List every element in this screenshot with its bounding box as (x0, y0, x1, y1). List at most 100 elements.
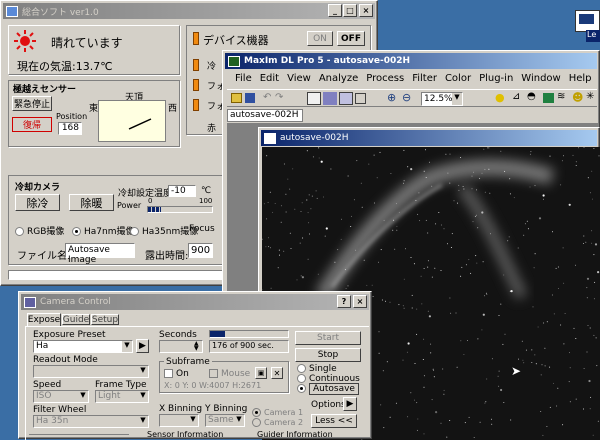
menu-window[interactable]: Window (521, 73, 560, 84)
menu-help[interactable]: Help (569, 73, 592, 84)
single-radio[interactable] (297, 364, 306, 373)
menu-color[interactable]: Color (445, 73, 471, 84)
undo-icon[interactable]: ↶ (263, 92, 271, 103)
star (344, 269, 346, 271)
subframe-mouse[interactable]: Mouse (209, 369, 250, 379)
camera-2-option[interactable]: Camera 2 (252, 418, 303, 427)
star (433, 376, 435, 378)
save-icon[interactable] (245, 93, 255, 103)
start-button[interactable]: Start (295, 331, 361, 345)
star (427, 232, 429, 234)
subframe-mouse-checkbox[interactable] (209, 369, 218, 378)
tab-setup[interactable]: Setup (91, 314, 119, 325)
emergency-stop-button[interactable]: 緊急停止 (12, 96, 52, 111)
tab-guide[interactable]: Guide (62, 314, 90, 325)
subframe-clear-button[interactable]: ✕ (271, 367, 283, 379)
frame-type-select[interactable]: Light ▼ (95, 390, 149, 403)
zoom-select[interactable]: 12.5% ▼ (421, 92, 463, 106)
document-tab[interactable]: autosave-002H (227, 109, 303, 122)
mode-autosave[interactable]: Autosave (297, 383, 359, 395)
exposure-time-input[interactable]: 900 (188, 243, 213, 258)
camera-control-titlebar[interactable]: Camera Control ? × (21, 294, 369, 310)
menu-plugin[interactable]: Plug-in (479, 73, 513, 84)
star (560, 184, 562, 186)
open-icon[interactable] (231, 93, 242, 103)
wave-icon[interactable]: ≋ (557, 91, 565, 102)
mode-ha35[interactable]: Ha35nm撮像 (130, 224, 198, 237)
star (428, 315, 431, 318)
half-moon-icon[interactable]: ◓ (527, 91, 536, 102)
warm-button[interactable]: 除暖 (69, 194, 114, 211)
tab-expose[interactable]: Expose (27, 313, 61, 326)
star (504, 333, 506, 335)
maximize-button[interactable]: □ (343, 4, 357, 17)
settings-icon[interactable]: ✳ (586, 91, 594, 102)
grid-icon[interactable] (355, 93, 366, 104)
zoom-out-icon[interactable]: ⊖ (402, 91, 411, 104)
control-software-titlebar[interactable]: 総合ソフト ver1.0 _ □ × (3, 3, 375, 19)
device-on-button[interactable]: ON (307, 31, 333, 46)
mode-ha7[interactable]: Ha7nm撮像 (72, 224, 134, 237)
subframe-on[interactable]: On (164, 369, 189, 379)
star (438, 212, 440, 213)
menu-process[interactable]: Process (366, 73, 404, 84)
setpoint-input[interactable]: -10 (168, 185, 196, 197)
menu-view[interactable]: View (287, 73, 311, 84)
maxim-titlebar[interactable]: MaxIm DL Pro 5 - autosave-002H (225, 53, 597, 69)
redo-icon[interactable]: ↷ (275, 92, 283, 103)
minimize-button[interactable]: _ (328, 4, 342, 17)
camera-close-button[interactable]: × (353, 295, 367, 308)
help-button[interactable]: ? (337, 295, 351, 308)
telescope-icon[interactable] (339, 92, 353, 105)
star (569, 367, 571, 369)
star (474, 215, 476, 217)
stop-button[interactable]: Stop (295, 348, 361, 362)
filename-input[interactable]: Autosave Image (65, 243, 135, 265)
zoom-in-icon[interactable]: ⊕ (387, 91, 396, 104)
menu-edit[interactable]: Edit (260, 73, 279, 84)
histogram-icon[interactable] (543, 93, 554, 103)
triangle-icon[interactable]: ⊿ (512, 91, 520, 102)
menu-analyze[interactable]: Analyze (319, 73, 358, 84)
y-binning-select[interactable]: Same ▼ (205, 414, 245, 427)
subframe-on-checkbox[interactable] (164, 369, 173, 378)
continuous-radio[interactable] (297, 374, 306, 383)
less-button[interactable]: Less << (311, 414, 357, 428)
mode-ha35-radio[interactable] (130, 227, 139, 236)
mode-single[interactable]: Single (297, 364, 337, 374)
x-binning-select[interactable]: ▼ (159, 414, 199, 427)
preset-play-button[interactable]: ▶ (136, 339, 149, 353)
camera-control-window: Camera Control ? × Expose Guide Setup Ex… (18, 291, 372, 440)
camera-2-radio[interactable] (252, 418, 261, 427)
filter-wheel-select[interactable]: Ha 35n ▼ (33, 415, 149, 428)
screen-stretch-icon[interactable] (307, 92, 321, 105)
star-icon[interactable]: ● (495, 91, 505, 104)
options-button[interactable]: ▶ (343, 397, 357, 411)
camera-1-radio[interactable] (252, 408, 261, 417)
readout-mode-select[interactable]: ▼ (33, 365, 149, 378)
close-button[interactable]: × (359, 4, 373, 17)
star (517, 247, 519, 249)
camera-control-icon[interactable] (323, 92, 337, 105)
speed-select[interactable]: ISO ▼ (33, 390, 89, 403)
mode-rgb-radio[interactable] (15, 227, 24, 236)
desktop-shortcut-icon[interactable] (575, 10, 600, 32)
star (540, 411, 542, 412)
menu-file[interactable]: File (235, 73, 252, 84)
menu-filter[interactable]: Filter (412, 73, 437, 84)
autosave-radio[interactable] (297, 384, 306, 393)
camera-1-option[interactable]: Camera 1 (252, 408, 303, 417)
mode-rgb[interactable]: RGB撮像 (15, 224, 64, 237)
image-titlebar[interactable]: autosave-002H (261, 130, 597, 146)
exposure-preset-select[interactable]: Ha ▼ (33, 340, 133, 353)
smile-icon[interactable]: ☻ (572, 91, 583, 104)
cool-button[interactable]: 除冷 (15, 194, 60, 211)
mouse-pointer-icon: ➤ (511, 364, 522, 378)
mode-ha7-radio[interactable] (72, 227, 81, 236)
seconds-input[interactable]: ▲ ▼ (159, 340, 203, 353)
star (300, 211, 302, 212)
device-off-button[interactable]: OFF (337, 31, 365, 46)
subframe-select-button[interactable]: ▣ (255, 367, 267, 379)
star (593, 148, 595, 149)
return-button[interactable]: 復帰 (12, 117, 52, 132)
